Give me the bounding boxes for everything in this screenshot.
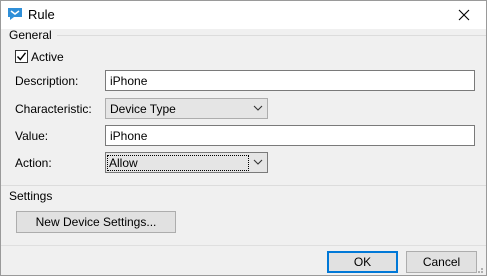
chevron-down-icon (253, 105, 263, 111)
value-label: Value: (15, 129, 49, 143)
action-value: Allow (107, 155, 249, 171)
action-select[interactable]: Allow (105, 152, 268, 173)
characteristic-select[interactable]: Device Type (105, 98, 268, 119)
window-title: Rule (28, 7, 55, 22)
active-checkbox[interactable] (15, 50, 28, 63)
rule-dialog: Rule General Active Description: iPhone … (0, 0, 487, 276)
new-device-settings-button[interactable]: New Device Settings... (16, 211, 176, 233)
resize-grip-icon[interactable] (474, 263, 484, 273)
settings-divider (1, 185, 486, 186)
chevron-down-icon (253, 159, 263, 165)
title-bar[interactable]: Rule (1, 1, 486, 29)
description-label: Description: (15, 74, 79, 88)
rule-app-icon (7, 7, 23, 21)
action-label: Action: (15, 156, 52, 170)
value-field[interactable]: iPhone (105, 125, 475, 146)
ok-button[interactable]: OK (327, 251, 398, 273)
close-icon (458, 9, 470, 21)
general-divider (57, 35, 486, 36)
general-group-label: General (9, 28, 52, 42)
characteristic-label: Characteristic: (15, 102, 92, 116)
settings-group-label: Settings (9, 189, 53, 203)
characteristic-value: Device Type (110, 102, 176, 116)
active-label[interactable]: Active (31, 50, 64, 64)
check-icon (16, 52, 27, 61)
description-field[interactable]: iPhone (105, 70, 475, 91)
cancel-button[interactable]: Cancel (406, 251, 477, 273)
close-button[interactable] (442, 1, 486, 29)
